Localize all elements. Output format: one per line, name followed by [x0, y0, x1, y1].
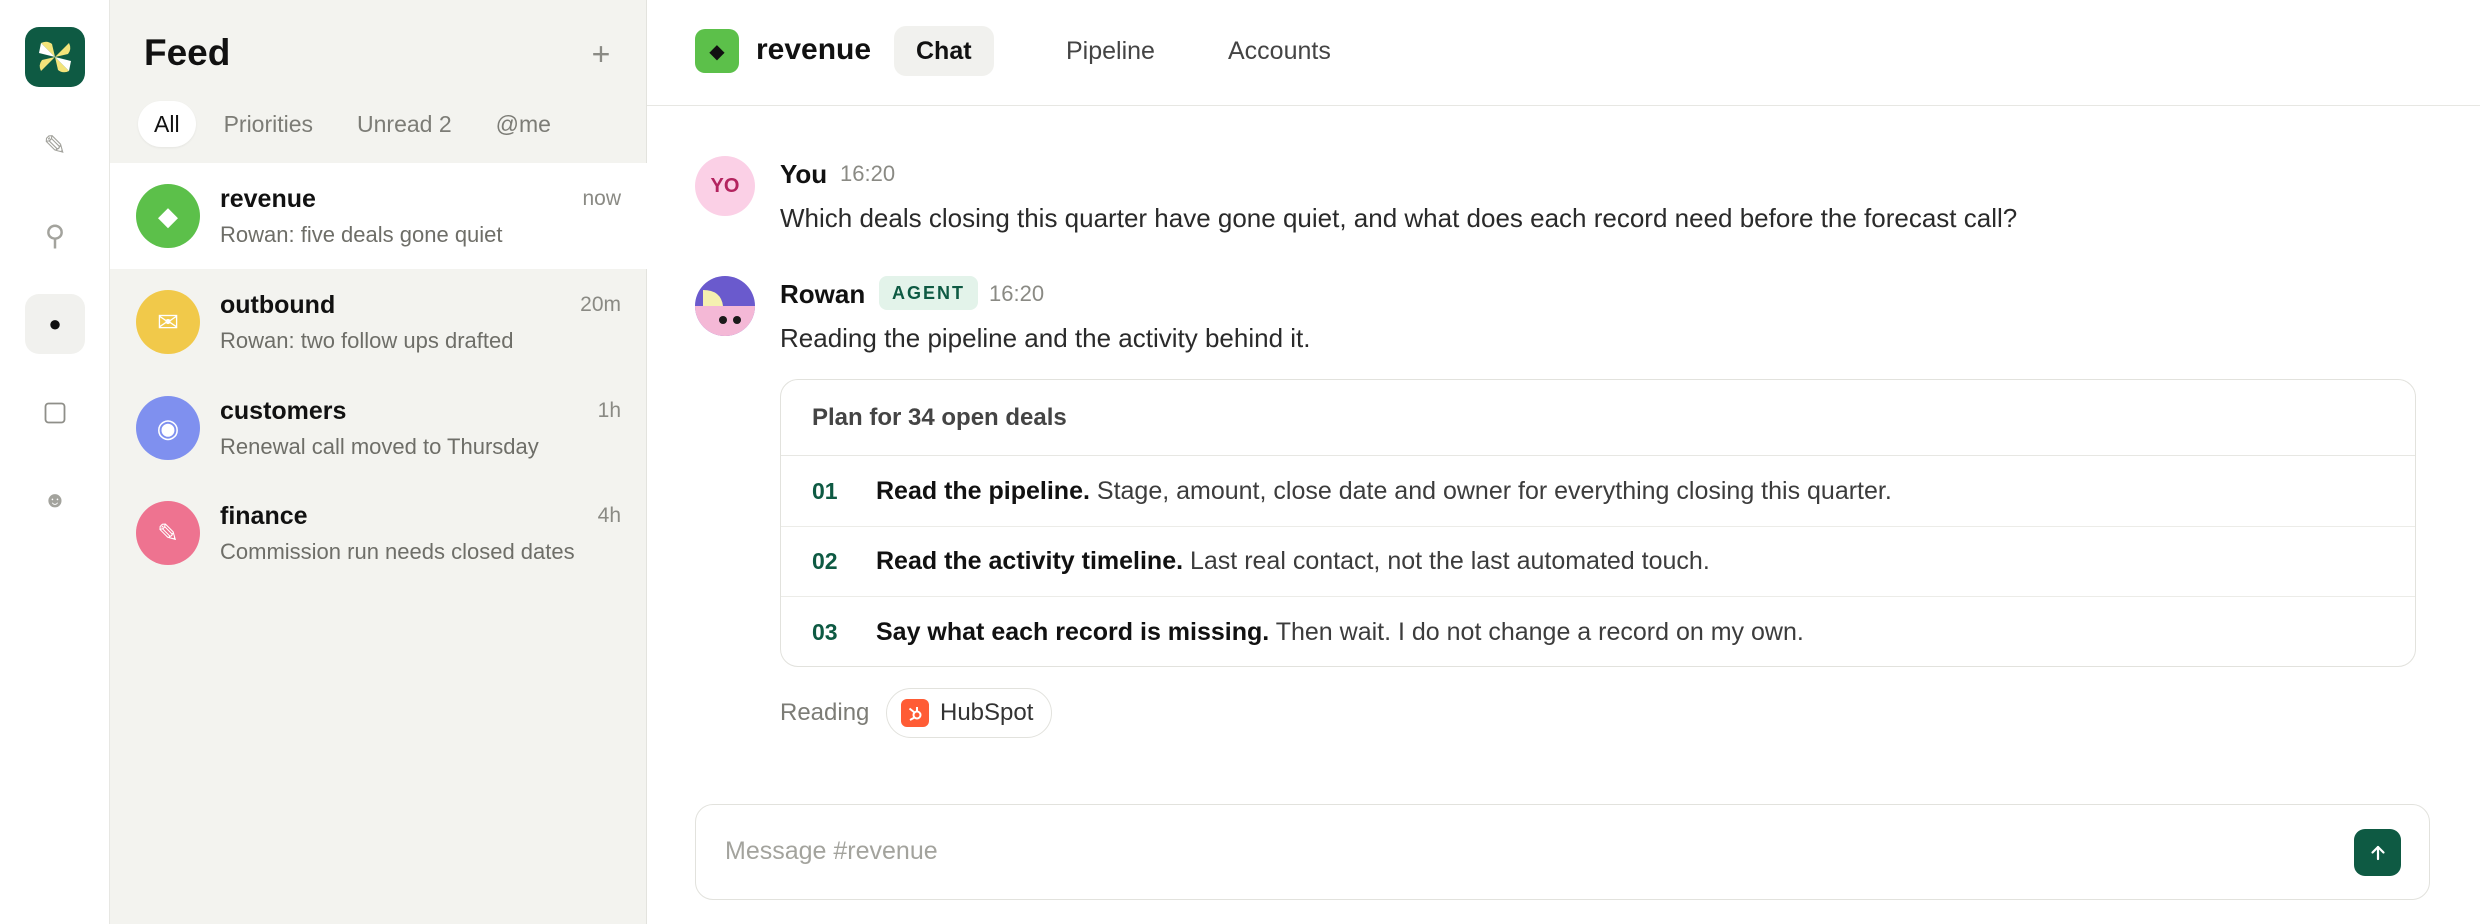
send-button[interactable] — [2354, 829, 2401, 876]
filter-unread[interactable]: Unread 2 — [341, 101, 468, 147]
plan-card: Plan for 34 open deals 01 Read the pipel… — [780, 379, 2416, 667]
message-time: 16:20 — [840, 161, 896, 186]
plan-step: 03 Say what each record is missing. Then… — [781, 597, 2415, 666]
plan-step-heading: Read the activity timeline. — [876, 547, 1184, 575]
square-icon[interactable] — [25, 383, 85, 443]
plan-step-number: 01 — [812, 478, 838, 504]
plan-step-detail: Last real contact, not the last automate… — [1190, 547, 1710, 575]
filter-mentions[interactable]: @me — [480, 101, 567, 147]
tab-chat[interactable]: Chat — [894, 26, 994, 76]
arrow-up-icon — [2370, 845, 2385, 860]
plan-step-number: 03 — [812, 618, 838, 645]
pencil-icon: ✎ — [136, 501, 200, 565]
tab-pipeline[interactable]: Pipeline — [1044, 26, 1177, 76]
feed-item-outbound[interactable]: ✉ outbound 20m Rowan: two follow ups dra… — [110, 269, 647, 375]
feed-item-name: revenue — [220, 185, 316, 213]
feed-item-preview: Rowan: two follow ups drafted — [220, 328, 514, 353]
main-panel: ◆ revenue Chat Pipeline Accounts YO You … — [647, 0, 2480, 924]
feed-item-preview: Renewal call moved to Thursday — [220, 434, 539, 459]
feed-item-name: outbound — [220, 291, 336, 319]
add-channel-button[interactable]: + — [586, 36, 616, 73]
feed-item-revenue[interactable]: ◆ revenue now Rowan: five deals gone qui… — [110, 163, 647, 269]
message-author: You — [780, 159, 828, 189]
reading-label: Reading — [780, 699, 870, 726]
feed-item-preview: Rowan: five deals gone quiet — [220, 222, 503, 247]
dot-icon[interactable]: ● — [25, 294, 85, 354]
plan-step-detail: Stage, amount, close date and owner for … — [1096, 477, 1892, 505]
filter-all[interactable]: All — [138, 101, 196, 147]
hubspot-icon — [901, 699, 929, 727]
feed-item-time: 20m — [580, 293, 621, 316]
source-chip-hubspot[interactable]: HubSpot — [886, 688, 1053, 738]
plan-step-number: 02 — [812, 548, 838, 574]
envelope-icon: ✉ — [136, 290, 200, 354]
source-chip-label: HubSpot — [940, 699, 1034, 726]
plan-step: 01 Read the pipeline. Stage, amount, clo… — [781, 457, 2415, 527]
feed-filters: All Priorities Unread 2 @me — [138, 101, 579, 147]
diamond-icon: ◆ — [136, 184, 200, 248]
plan-step-text: Say what each record is missing. Then wa… — [876, 618, 1804, 647]
channel-name: revenue — [756, 33, 872, 66]
message-text: Which deals closing this quarter have go… — [780, 203, 2018, 233]
feed-title: Feed — [144, 32, 231, 73]
app-rail: ✎ ⚲ ● ☻ — [0, 0, 110, 924]
pencil-icon[interactable]: ✎ — [25, 115, 85, 175]
pin-icon[interactable]: ⚲ — [25, 205, 85, 265]
feed-item-name: finance — [220, 502, 308, 530]
plan-step-text: Read the pipeline. Stage, amount, close … — [876, 477, 1892, 506]
agent-badge: AGENT — [879, 276, 978, 310]
smiley-icon[interactable]: ☻ — [25, 470, 85, 530]
diamond-icon: ◆ — [695, 29, 739, 73]
message-author: Rowan — [780, 279, 866, 309]
message-composer — [695, 804, 2430, 900]
filter-priorities[interactable]: Priorities — [208, 101, 329, 147]
plan-step-text: Read the activity timeline. Last real co… — [876, 547, 1710, 576]
plan-step: 02 Read the activity timeline. Last real… — [781, 527, 2415, 597]
feed-item-time: 1h — [597, 399, 621, 422]
feed-item-preview: Commission run needs closed dates — [220, 539, 575, 564]
avatar: YO — [695, 156, 755, 216]
plan-step-heading: Say what each record is missing. — [876, 617, 1270, 646]
message-time: 16:20 — [989, 281, 1045, 306]
feed-item-customers[interactable]: ◉ customers 1h Renewal call moved to Thu… — [110, 375, 647, 481]
agent-avatar — [695, 276, 755, 336]
channel-header: ◆ revenue Chat Pipeline Accounts — [647, 0, 2480, 106]
logo-icon[interactable] — [25, 27, 85, 87]
plan-step-detail: Then wait. I do not change a record on m… — [1275, 617, 1804, 646]
plan-step-heading: Read the pipeline. — [876, 477, 1090, 505]
feed-item-name: customers — [220, 397, 347, 425]
tab-accounts[interactable]: Accounts — [1206, 26, 1353, 76]
target-icon: ◉ — [136, 396, 200, 460]
plan-title: Plan for 34 open deals — [781, 380, 2415, 456]
message-input[interactable] — [696, 805, 2296, 898]
message-text: Reading the pipeline and the activity be… — [780, 323, 1311, 353]
feed-item-time: 4h — [597, 504, 621, 527]
feed-item-time: now — [582, 187, 621, 210]
feed-item-finance[interactable]: ✎ finance 4h Commission run needs closed… — [110, 480, 647, 586]
feed-panel: Feed + All Priorities Unread 2 @me ◆ rev… — [110, 0, 647, 924]
